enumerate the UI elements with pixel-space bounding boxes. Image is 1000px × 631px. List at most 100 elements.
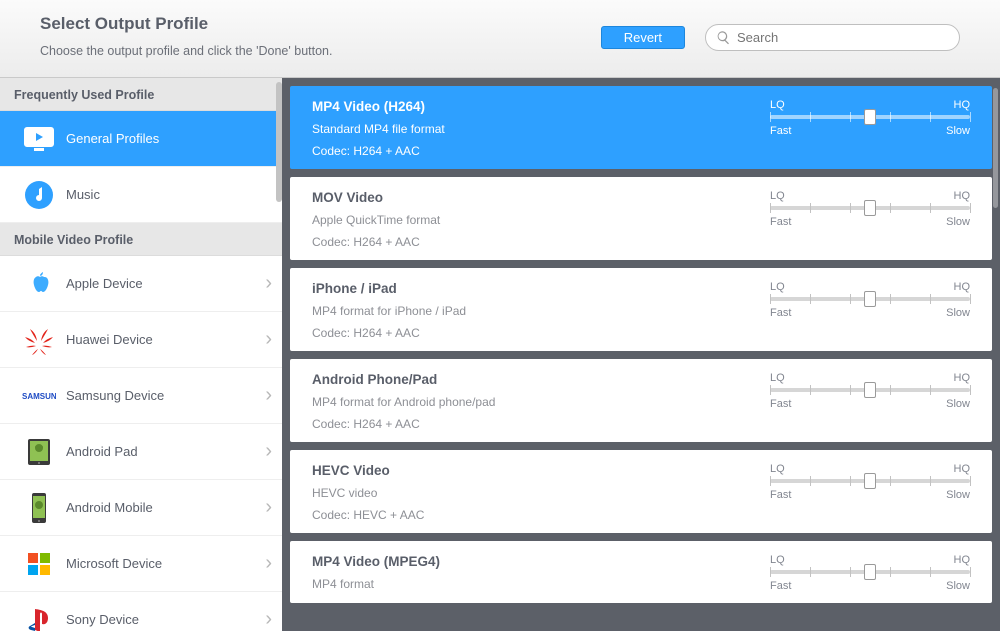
slider-slow-label: Slow bbox=[946, 125, 970, 137]
apple-icon bbox=[18, 265, 60, 303]
slider-slow-label: Slow bbox=[946, 216, 970, 228]
sidebar-item-label: Huawei Device bbox=[66, 332, 265, 347]
slider-slow-label: Slow bbox=[946, 580, 970, 592]
slider-fast-label: Fast bbox=[770, 398, 791, 410]
main-scrollbar[interactable] bbox=[993, 88, 998, 208]
slider-lq-label: LQ bbox=[770, 463, 785, 475]
slider-thumb[interactable] bbox=[864, 382, 876, 398]
slider-thumb[interactable] bbox=[864, 473, 876, 489]
playstation-icon bbox=[18, 601, 60, 631]
slider-fast-label: Fast bbox=[770, 580, 791, 592]
slider-track[interactable] bbox=[770, 388, 970, 392]
profile-title: MP4 Video (MPEG4) bbox=[312, 554, 440, 569]
profile-subtitle: Apple QuickTime format bbox=[312, 213, 440, 227]
chevron-right-icon: › bbox=[265, 496, 272, 519]
chevron-right-icon: › bbox=[265, 608, 272, 631]
sidebar-item-music[interactable]: Music bbox=[0, 167, 282, 223]
search-field[interactable] bbox=[705, 24, 960, 51]
slider-hq-label: HQ bbox=[954, 99, 971, 111]
slider-fast-label: Fast bbox=[770, 125, 791, 137]
profile-card[interactable]: MP4 Video (MPEG4)MP4 formatLQHQFastSlow bbox=[290, 541, 992, 603]
sidebar-item-sony-device[interactable]: Sony Device› bbox=[0, 592, 282, 631]
profile-subtitle: Standard MP4 file format bbox=[312, 122, 445, 136]
slider-hq-label: HQ bbox=[954, 281, 971, 293]
profile-title: MOV Video bbox=[312, 190, 440, 205]
chevron-right-icon: › bbox=[265, 328, 272, 351]
page-title: Select Output Profile bbox=[40, 14, 332, 34]
huawei-icon bbox=[18, 321, 60, 359]
slider-lq-label: LQ bbox=[770, 190, 785, 202]
profile-card[interactable]: HEVC VideoHEVC videoCodec: HEVC + AACLQH… bbox=[290, 450, 992, 533]
slider-lq-label: LQ bbox=[770, 554, 785, 566]
slider-thumb[interactable] bbox=[864, 109, 876, 125]
quality-slider[interactable]: LQ HQ Fast Slow bbox=[770, 190, 970, 249]
slider-slow-label: Slow bbox=[946, 307, 970, 319]
profile-subtitle: HEVC video bbox=[312, 486, 424, 500]
android-pad-icon bbox=[18, 433, 60, 471]
slider-lq-label: LQ bbox=[770, 281, 785, 293]
quality-slider[interactable]: LQ HQ Fast Slow bbox=[770, 554, 970, 592]
slider-hq-label: HQ bbox=[954, 190, 971, 202]
sidebar-item-label: Music bbox=[66, 187, 272, 202]
sidebar-item-label: Samsung Device bbox=[66, 388, 265, 403]
sidebar-item-samsung-device[interactable]: Samsung Device› bbox=[0, 368, 282, 424]
slider-thumb[interactable] bbox=[864, 291, 876, 307]
monitor-play-icon bbox=[18, 120, 60, 158]
revert-button[interactable]: Revert bbox=[601, 26, 685, 49]
sidebar-item-label: Android Mobile bbox=[66, 500, 265, 515]
profile-subtitle: MP4 format for iPhone / iPad bbox=[312, 304, 466, 318]
profile-card[interactable]: MOV Video Apple QuickTime format Codec: H2… bbox=[290, 177, 992, 260]
slider-track[interactable] bbox=[770, 206, 970, 210]
quality-slider[interactable]: LQ HQ Fast Slow bbox=[770, 281, 970, 340]
chevron-right-icon: › bbox=[265, 440, 272, 463]
chevron-right-icon: › bbox=[265, 552, 272, 575]
quality-slider[interactable]: LQHQFastSlow bbox=[770, 99, 970, 158]
slider-track[interactable] bbox=[770, 115, 970, 119]
quality-slider[interactable]: LQHQFastSlow bbox=[770, 463, 970, 522]
sidebar-item-general-profiles[interactable]: General Profiles bbox=[0, 111, 282, 167]
slider-track[interactable] bbox=[770, 479, 970, 483]
sidebar-group-title: Mobile Video Profile bbox=[0, 223, 282, 256]
sidebar-group-title: Frequently Used Profile bbox=[0, 78, 282, 111]
slider-slow-label: Slow bbox=[946, 398, 970, 410]
sidebar-item-android-mobile[interactable]: Android Mobile› bbox=[0, 480, 282, 536]
profile-list: MP4 Video (H264) Standard MP4 file format… bbox=[282, 78, 1000, 631]
slider-hq-label: HQ bbox=[954, 554, 971, 566]
slider-fast-label: Fast bbox=[770, 307, 791, 319]
chevron-right-icon: › bbox=[265, 384, 272, 407]
slider-slow-label: Slow bbox=[946, 489, 970, 501]
profile-title: MP4 Video (H264) bbox=[312, 99, 445, 114]
profile-card[interactable]: iPhone / iPadMP4 format for iPhone / iPa… bbox=[290, 268, 992, 351]
quality-slider[interactable]: LQHQFastSlow bbox=[770, 372, 970, 431]
microsoft-icon bbox=[18, 545, 60, 583]
chevron-right-icon: › bbox=[265, 272, 272, 295]
music-disc-icon bbox=[18, 176, 60, 214]
slider-thumb[interactable] bbox=[864, 200, 876, 216]
profile-codec: Codec: H264 + AAC bbox=[312, 417, 495, 431]
android-mobile-icon bbox=[18, 489, 60, 527]
sidebar-item-android-pad[interactable]: Android Pad› bbox=[0, 424, 282, 480]
profile-codec: Codec: H264 + AAC bbox=[312, 326, 466, 340]
sidebar-item-apple-device[interactable]: Apple Device› bbox=[0, 256, 282, 312]
sidebar-item-label: General Profiles bbox=[66, 131, 272, 146]
profile-subtitle: MP4 format for Android phone/pad bbox=[312, 395, 495, 409]
profile-codec: Codec: H264 + AAC bbox=[312, 235, 440, 249]
slider-hq-label: HQ bbox=[954, 463, 971, 475]
search-icon bbox=[716, 30, 731, 45]
slider-track[interactable] bbox=[770, 297, 970, 301]
sidebar-item-label: Microsoft Device bbox=[66, 556, 265, 571]
sidebar-item-label: Sony Device bbox=[66, 612, 265, 627]
slider-lq-label: LQ bbox=[770, 372, 785, 384]
slider-track[interactable] bbox=[770, 570, 970, 574]
profile-title: HEVC Video bbox=[312, 463, 424, 478]
sidebar-item-label: Android Pad bbox=[66, 444, 265, 459]
sidebar-item-label: Apple Device bbox=[66, 276, 265, 291]
profile-title: Android Phone/Pad bbox=[312, 372, 495, 387]
profile-card[interactable]: MP4 Video (H264) Standard MP4 file format… bbox=[290, 86, 992, 169]
profile-card[interactable]: Android Phone/Pad MP4 format for Android … bbox=[290, 359, 992, 442]
search-input[interactable] bbox=[737, 25, 949, 50]
slider-thumb[interactable] bbox=[864, 564, 876, 580]
sidebar-item-microsoft-device[interactable]: Microsoft Device› bbox=[0, 536, 282, 592]
slider-fast-label: Fast bbox=[770, 216, 791, 228]
sidebar-item-huawei-device[interactable]: Huawei Device› bbox=[0, 312, 282, 368]
